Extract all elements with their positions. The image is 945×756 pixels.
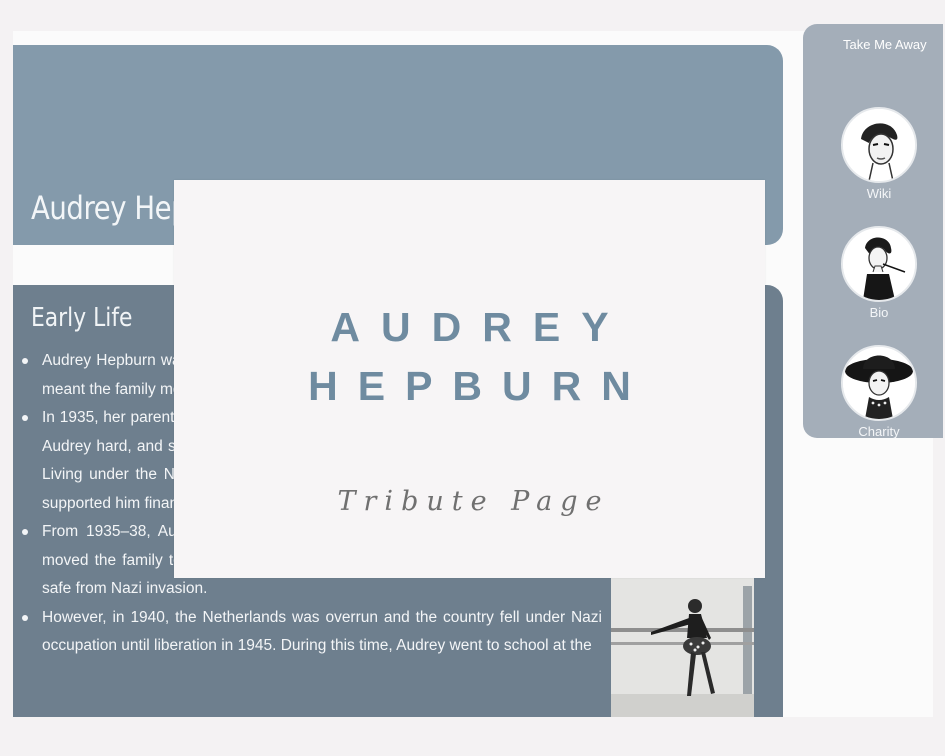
- ballet-photo-image: [611, 576, 754, 717]
- audrey-cigarette-holder-icon: [841, 226, 917, 302]
- sidebar-link-bio[interactable]: Bio: [841, 226, 917, 326]
- overlay-subtitle: Tribute Page: [337, 486, 610, 517]
- overlay-title-line2: HEPBURN: [308, 363, 651, 409]
- sidebar-link-wiki[interactable]: Wiki: [841, 107, 917, 207]
- overlay-title-line1: AUDREY: [330, 304, 630, 350]
- ballet-photo: [611, 576, 754, 717]
- sidebar-link-label: Wiki: [866, 186, 892, 201]
- sidebar-link-label: Charity: [858, 424, 900, 439]
- intro-overlay[interactable]: AUDREY HEPBURN Tribute Page: [174, 180, 765, 578]
- sidebar-link-charity[interactable]: Charity: [841, 345, 917, 445]
- early-life-heading: Early Life: [31, 303, 133, 333]
- audrey-portrait-icon: [841, 107, 917, 183]
- sidebar-link-label: Bio: [869, 305, 889, 320]
- sidebar-title: Take Me Away: [843, 37, 927, 52]
- list-item: However, in 1940, the Netherlands was ov…: [22, 604, 602, 661]
- audrey-hat-icon: [841, 345, 917, 421]
